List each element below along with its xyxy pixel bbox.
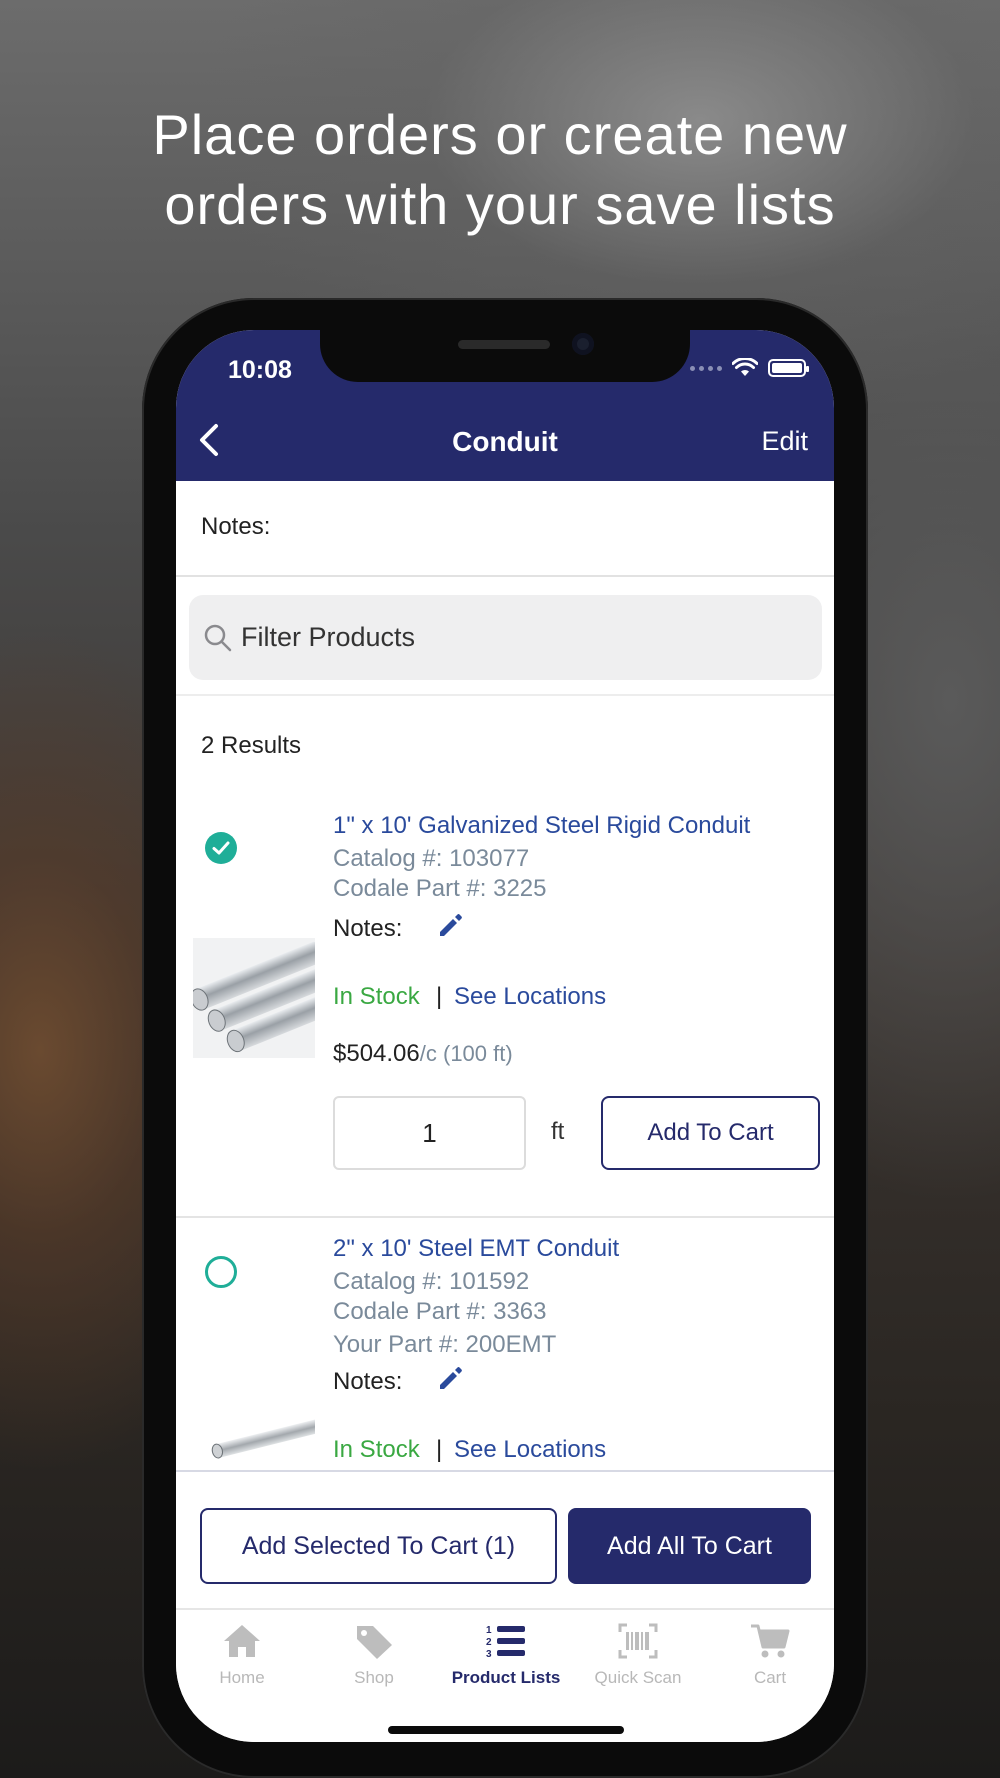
tab-quick-scan[interactable]: Quick Scan <box>572 1622 704 1688</box>
tag-icon <box>357 1626 392 1659</box>
marketing-headline: Place orders or create new orders with y… <box>0 100 1000 240</box>
headline-line-2: orders with your save lists <box>164 173 836 236</box>
status-icons <box>690 358 809 378</box>
select-radio-unchecked[interactable] <box>205 1256 237 1288</box>
stock-status: In Stock <box>333 1436 420 1463</box>
tab-label: Product Lists <box>451 1668 561 1687</box>
catalog-number: Catalog #: 101592 <box>333 1268 530 1295</box>
see-locations-link[interactable]: See Locations <box>454 1436 606 1464</box>
app-screen: 10:08 Conduit Edit Notes: Filter Product… <box>176 330 834 1742</box>
codale-part-number: Codale Part #: 3225 <box>333 875 547 902</box>
product-title-link[interactable]: 1" x 10' Galvanized Steel Rigid Conduit <box>333 812 750 840</box>
tab-bar: Home Shop 1 2 3 Product Lists Quick Scan… <box>176 1608 834 1742</box>
phone-speaker <box>458 340 550 349</box>
price-value: $504.06 <box>333 1040 420 1067</box>
battery-icon <box>768 359 809 377</box>
tab-home[interactable]: Home <box>176 1622 308 1688</box>
filter-placeholder: Filter Products <box>241 622 416 652</box>
phone-camera <box>572 333 594 355</box>
see-locations-link[interactable]: See Locations <box>454 983 606 1011</box>
headline-line-1: Place orders or create new <box>152 103 848 166</box>
quantity-unit: ft <box>551 1118 565 1145</box>
bulk-actions-bar: Add Selected To Cart (1) Add All To Cart <box>176 1470 834 1590</box>
tab-label: Home <box>219 1668 265 1687</box>
svg-text:2: 2 <box>486 1637 492 1648</box>
search-icon <box>204 624 232 652</box>
barcode-icon <box>618 1623 658 1659</box>
pencil-icon[interactable] <box>436 1365 464 1393</box>
tab-label: Shop <box>354 1668 394 1687</box>
check-icon <box>212 841 230 855</box>
tab-shop[interactable]: Shop <box>308 1622 440 1688</box>
page-title: Conduit <box>452 426 558 457</box>
add-all-to-cart-button[interactable]: Add All To Cart <box>568 1508 811 1584</box>
divider <box>176 1216 834 1218</box>
your-part-number: Your Part #: 200EMT <box>333 1331 557 1358</box>
phone-notch <box>320 330 690 382</box>
numbered-list-icon: 1 2 3 <box>486 1625 525 1660</box>
tab-label: Quick Scan <box>594 1668 682 1687</box>
select-radio-checked[interactable] <box>205 832 237 864</box>
separator: | <box>436 1436 443 1463</box>
list-notes-label: Notes: <box>201 513 271 540</box>
pencil-icon[interactable] <box>436 912 464 940</box>
item-notes-label: Notes: <box>333 1368 403 1395</box>
home-indicator[interactable] <box>388 1726 624 1734</box>
tab-cart[interactable]: Cart <box>704 1622 834 1688</box>
results-count: 2 Results <box>201 732 302 759</box>
home-icon <box>224 1625 260 1657</box>
tab-label: Cart <box>753 1668 787 1687</box>
product-image-emt-conduit[interactable] <box>193 1405 315 1470</box>
divider <box>176 694 834 696</box>
item-notes-label: Notes: <box>333 915 403 942</box>
product-price: $504.06/c (100 ft) <box>333 1040 513 1068</box>
add-selected-to-cart-button[interactable]: Add Selected To Cart (1) <box>200 1508 557 1584</box>
quantity-input[interactable]: 1 <box>333 1096 526 1170</box>
svg-text:3: 3 <box>486 1649 492 1660</box>
wifi-icon <box>732 358 758 376</box>
edit-button[interactable]: Edit <box>761 426 808 457</box>
add-to-cart-button[interactable]: Add To Cart <box>601 1096 820 1170</box>
svg-text:1: 1 <box>486 1625 492 1636</box>
cart-icon <box>751 1624 790 1658</box>
list-notes-row[interactable]: Notes: <box>176 481 834 577</box>
stock-status: In Stock <box>333 983 420 1010</box>
product-title-link[interactable]: 2" x 10' Steel EMT Conduit <box>333 1235 619 1263</box>
codale-part-number: Codale Part #: 3363 <box>333 1298 547 1325</box>
status-time: 10:08 <box>228 356 292 384</box>
price-unit: /c (100 ft) <box>419 1041 513 1066</box>
signal-icon <box>690 365 722 371</box>
product-image-rigid-conduit[interactable] <box>193 938 315 1058</box>
filter-products-input[interactable]: Filter Products <box>189 595 822 680</box>
tab-product-lists[interactable]: 1 2 3 Product Lists <box>440 1622 572 1688</box>
catalog-number: Catalog #: 103077 <box>333 845 530 872</box>
separator: | <box>436 983 443 1010</box>
